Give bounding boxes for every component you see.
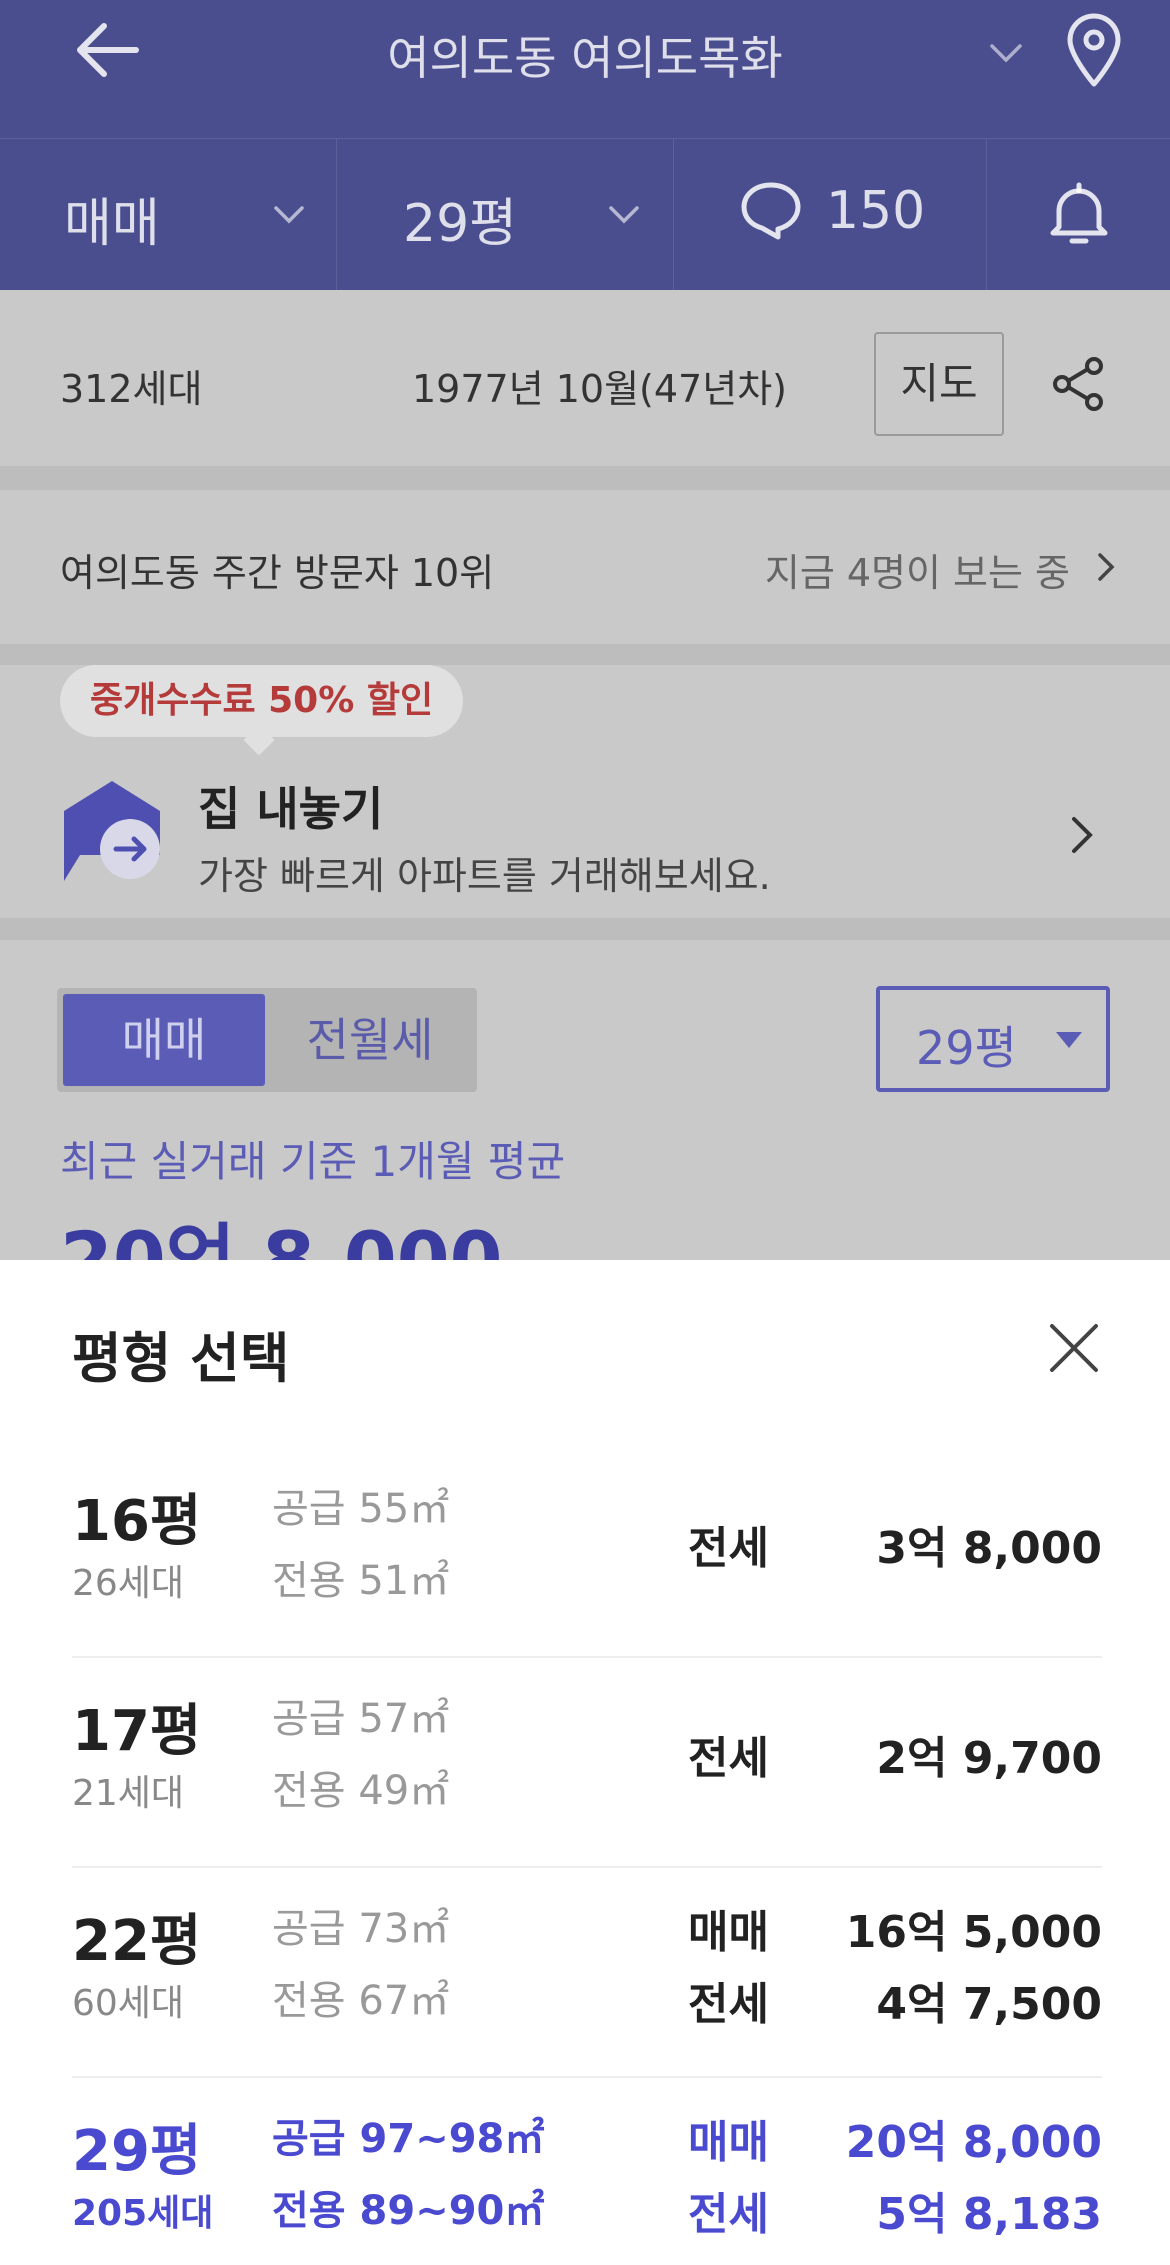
chevron-down-icon[interactable] [988,34,1024,70]
comment-count: 150 [826,181,926,241]
supply-area: 공급 55㎡ [272,1486,450,1532]
complex-info-row: 312세대 1977년 10월(47년차) 지도 [0,290,1170,466]
trade-type-filter[interactable]: 매매 [0,139,336,290]
size-select[interactable]: 29평 [876,986,1110,1092]
chevron-down-icon [609,206,639,224]
trade-price: 4억 7,500 [876,1979,1102,2030]
trade-type-label: 매매 [64,194,160,254]
size-option-row[interactable]: 17평 21세대 공급 57㎡ 전용 49㎡ 전세 2억 9,700 [72,1658,1102,1868]
list-home-subtitle: 가장 빠르게 아파트를 거래해보세요. [198,854,771,898]
section-separator [0,466,1170,490]
list-home-title: 집 내놓기 [198,782,384,836]
trade-price: 3억 8,000 [876,1523,1102,1574]
household-label: 205세대 [72,2193,214,2234]
exclusive-area: 전용 89~90㎡ [272,2188,545,2234]
app-header: 여의도동 여의도목화 매매 29평 150 [0,0,1170,290]
visitor-rank-row[interactable]: 여의도동 주간 방문자 10위 지금 4명이 보는 중 [0,490,1170,644]
trade-type: 전세 [688,1733,769,1784]
section-separator [0,644,1170,665]
size-option-row[interactable]: 16평 26세대 공급 55㎡ 전용 51㎡ 전세 3억 8,000 [72,1448,1102,1658]
tab-rent[interactable]: 전월세 [269,994,471,1086]
trade-price: 20억 8,000 [845,2117,1102,2168]
top-bar: 여의도동 여의도목화 [0,0,1170,138]
bell-icon [1050,182,1108,244]
household-label: 21세대 [72,1773,185,1814]
trade-type: 전세 [688,2189,769,2240]
trade-section: 매매 전월세 29평 최근 실거래 기준 1개월 평균 20억 8,000 [0,940,1170,1260]
trade-type-toggle: 매매 전월세 [57,988,477,1092]
household-count: 312세대 [60,367,203,411]
location-pin-icon[interactable] [1064,12,1124,88]
tab-sale[interactable]: 매매 [63,994,265,1086]
supply-area: 공급 57㎡ [272,1696,450,1742]
map-button[interactable]: 지도 [874,332,1004,436]
chevron-down-icon [274,206,304,224]
trade-type: 매매 [688,1907,769,1958]
chat-bubble-icon [741,182,801,240]
filter-bar: 매매 29평 150 [0,139,1170,290]
visitor-rank-text: 여의도동 주간 방문자 10위 [60,551,495,595]
pyeong-label: 17평 [72,1699,202,1764]
chevron-right-icon [1072,817,1093,853]
size-filter[interactable]: 29평 [337,139,673,290]
chevron-right-icon [1098,553,1115,581]
trade-type: 매매 [688,2117,769,2168]
average-price: 20억 8,000 [60,1215,503,1260]
trade-price: 5억 8,183 [876,2189,1102,2240]
house-arrow-icon [64,781,160,881]
supply-area: 공급 97~98㎡ [272,2116,545,2162]
size-filter-label: 29평 [403,194,518,254]
alert-button[interactable] [987,139,1170,290]
household-label: 26세대 [72,1563,185,1604]
size-select-sheet: 평형 선택 16평 26세대 공급 55㎡ 전용 51㎡ 전세 3억 8,000… [0,1260,1170,2265]
trade-type: 전세 [688,1523,769,1574]
pyeong-label: 29평 [72,2119,202,2184]
page-overlay[interactable]: 312세대 1977년 10월(47년차) 지도 여의도동 주간 방문자 10위… [0,290,1170,1260]
viewing-now-text: 지금 4명이 보는 중 [764,551,1070,595]
exclusive-area: 전용 51㎡ [272,1558,450,1604]
triangle-down-icon [1056,1032,1082,1048]
list-home-banner[interactable]: 중개수수료 50% 할인 집 내놓기 가장 빠르게 아파트를 거래해보세요. [0,665,1170,925]
household-label: 60세대 [72,1983,185,2024]
close-icon[interactable] [1046,1320,1102,1376]
pyeong-label: 16평 [72,1489,202,1554]
supply-area: 공급 73㎡ [272,1906,450,1952]
sheet-title: 평형 선택 [72,1327,290,1390]
built-date: 1977년 10월(47년차) [412,367,787,411]
size-option-row-selected[interactable]: 29평 205세대 공급 97~98㎡ 전용 89~90㎡ 매매 20억 8,0… [72,2078,1102,2265]
exclusive-area: 전용 67㎡ [272,1978,450,2024]
trade-type: 전세 [688,1979,769,2030]
comments-button[interactable]: 150 [674,139,986,290]
pyeong-label: 22평 [72,1909,202,1974]
trade-price: 16억 5,000 [845,1907,1102,1958]
exclusive-area: 전용 49㎡ [272,1768,450,1814]
share-icon[interactable] [1050,356,1106,412]
recent-average-label: 최근 실거래 기준 1개월 평균 [60,1137,566,1186]
trade-price: 2억 9,700 [876,1733,1102,1784]
size-select-value: 29평 [916,1021,1017,1075]
size-option-row[interactable]: 22평 60세대 공급 73㎡ 전용 67㎡ 매매 16억 5,000 전세 4… [72,1868,1102,2078]
section-separator [0,918,1170,940]
